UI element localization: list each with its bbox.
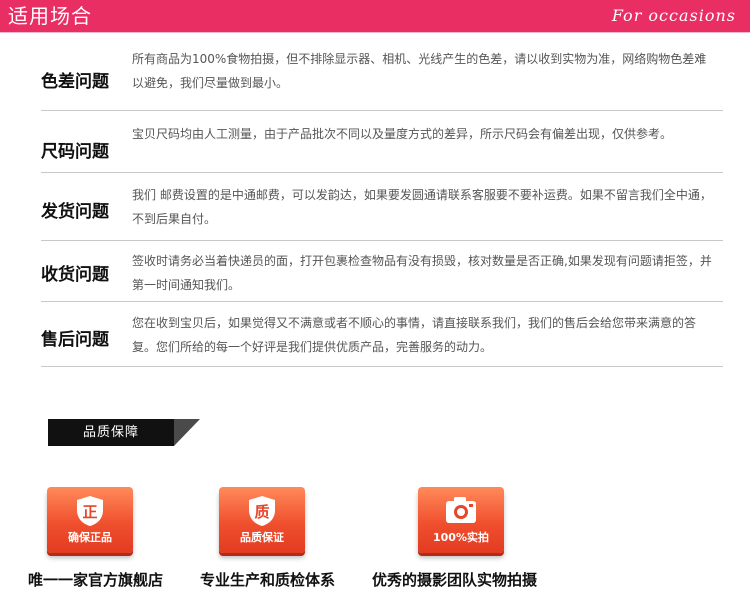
faq-item-receiving: 收货问题 签收时请务必当着快递员的面，打开包裹检查物品有没有损毁，核对数量是否正… xyxy=(41,242,723,302)
real-photo-icon: 100%实拍 xyxy=(418,487,504,553)
faq-title: 色差问题 xyxy=(41,72,109,92)
faq-text: 您在收到宝贝后，如果觉得又不满意或者不顺心的事情，请直接联系我们，我们的售后会给… xyxy=(132,316,697,354)
camera-icon xyxy=(446,497,476,523)
faq-item-color: 色差问题 所有商品为100%食物拍摄，但不排除显示器、相机、光线产生的色差，请以… xyxy=(41,44,723,111)
feature-label-quality-system: 专业生产和质检体系 xyxy=(200,571,336,589)
svg-text:质: 质 xyxy=(254,503,269,521)
quality-badge-label: 品质保障 xyxy=(82,425,139,440)
header-bar: 适用场合 For occasions xyxy=(0,0,750,32)
shield-icon: 质 xyxy=(249,496,275,526)
svg-text:正: 正 xyxy=(82,503,97,521)
header-title: 适用场合 xyxy=(8,4,92,28)
faq-title: 收货问题 xyxy=(41,265,109,285)
faq-item-aftersales: 售后问题 您在收到宝贝后，如果觉得又不满意或者不顺心的事情，请直接联系我们，我们… xyxy=(41,303,723,367)
faq-text: 我们 邮费设置的是中通邮费，可以发韵达，如果要发圆通请联系客服要不要补运费。如果… xyxy=(132,188,712,226)
faq-item-shipping: 发货问题 我们 邮费设置的是中通邮费，可以发韵达，如果要发圆通请联系客服要不要补… xyxy=(41,174,723,241)
faq-title: 售后问题 xyxy=(41,330,109,350)
quality-badge: 品质保障 xyxy=(48,419,200,446)
faq-title: 尺码问题 xyxy=(41,142,109,162)
feature-label-photo-team: 优秀的摄影团队实物拍摄 xyxy=(372,571,538,589)
icon-caption: 品质保证 xyxy=(240,531,284,544)
faq-item-size: 尺码问题 宝贝尺码均由人工测量，由于产品批次不同以及量度方式的差异，所示尺码会有… xyxy=(41,112,723,173)
icon-caption: 确保正品 xyxy=(68,531,112,544)
feature-label-official-store: 唯一一家官方旗舰店 xyxy=(28,571,164,589)
faq-text: 签收时请务必当着快递员的面，打开包裹检查物品有没有损毁，核对数量是否正确,如果发… xyxy=(132,254,712,292)
faq-text: 所有商品为100%食物拍摄，但不排除显示器、相机、光线产生的色差，请以收到实物为… xyxy=(132,52,707,90)
genuine-guarantee-icon: 正 确保正品 xyxy=(47,487,133,553)
header-divider xyxy=(0,32,750,33)
shield-icon: 正 xyxy=(77,496,103,526)
faq-text: 宝贝尺码均由人工测量，由于产品批次不同以及量度方式的差异，所示尺码会有偏差出现，… xyxy=(132,127,673,141)
icon-caption: 100%实拍 xyxy=(433,531,489,544)
header-subtitle: For occasions xyxy=(611,6,736,25)
faq-title: 发货问题 xyxy=(41,202,109,222)
quality-guarantee-icon: 质 品质保证 xyxy=(219,487,305,553)
